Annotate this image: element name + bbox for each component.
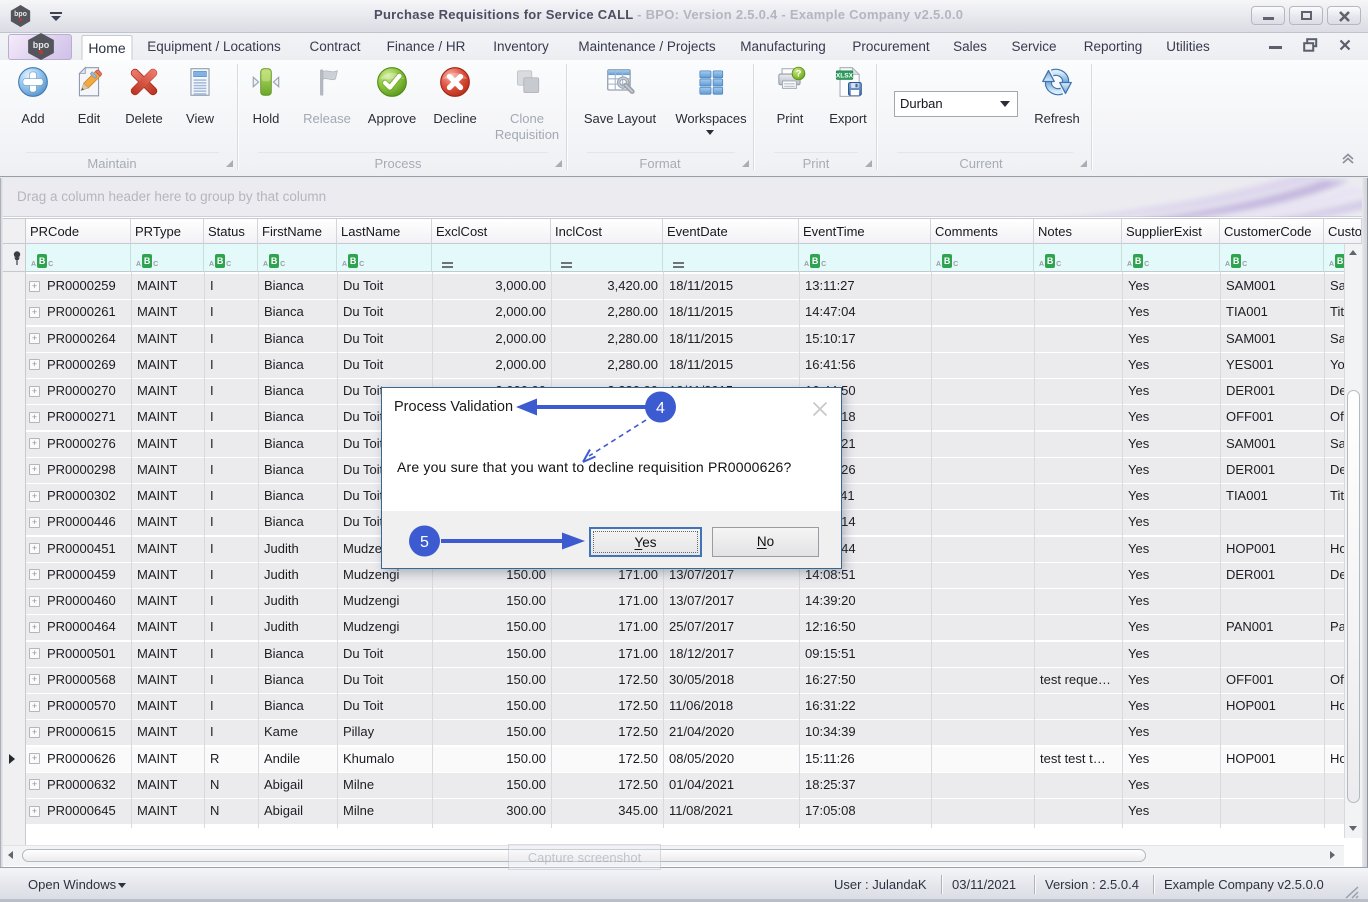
svg-text:XLSX: XLSX — [836, 72, 854, 79]
svg-text:?: ? — [796, 69, 802, 80]
